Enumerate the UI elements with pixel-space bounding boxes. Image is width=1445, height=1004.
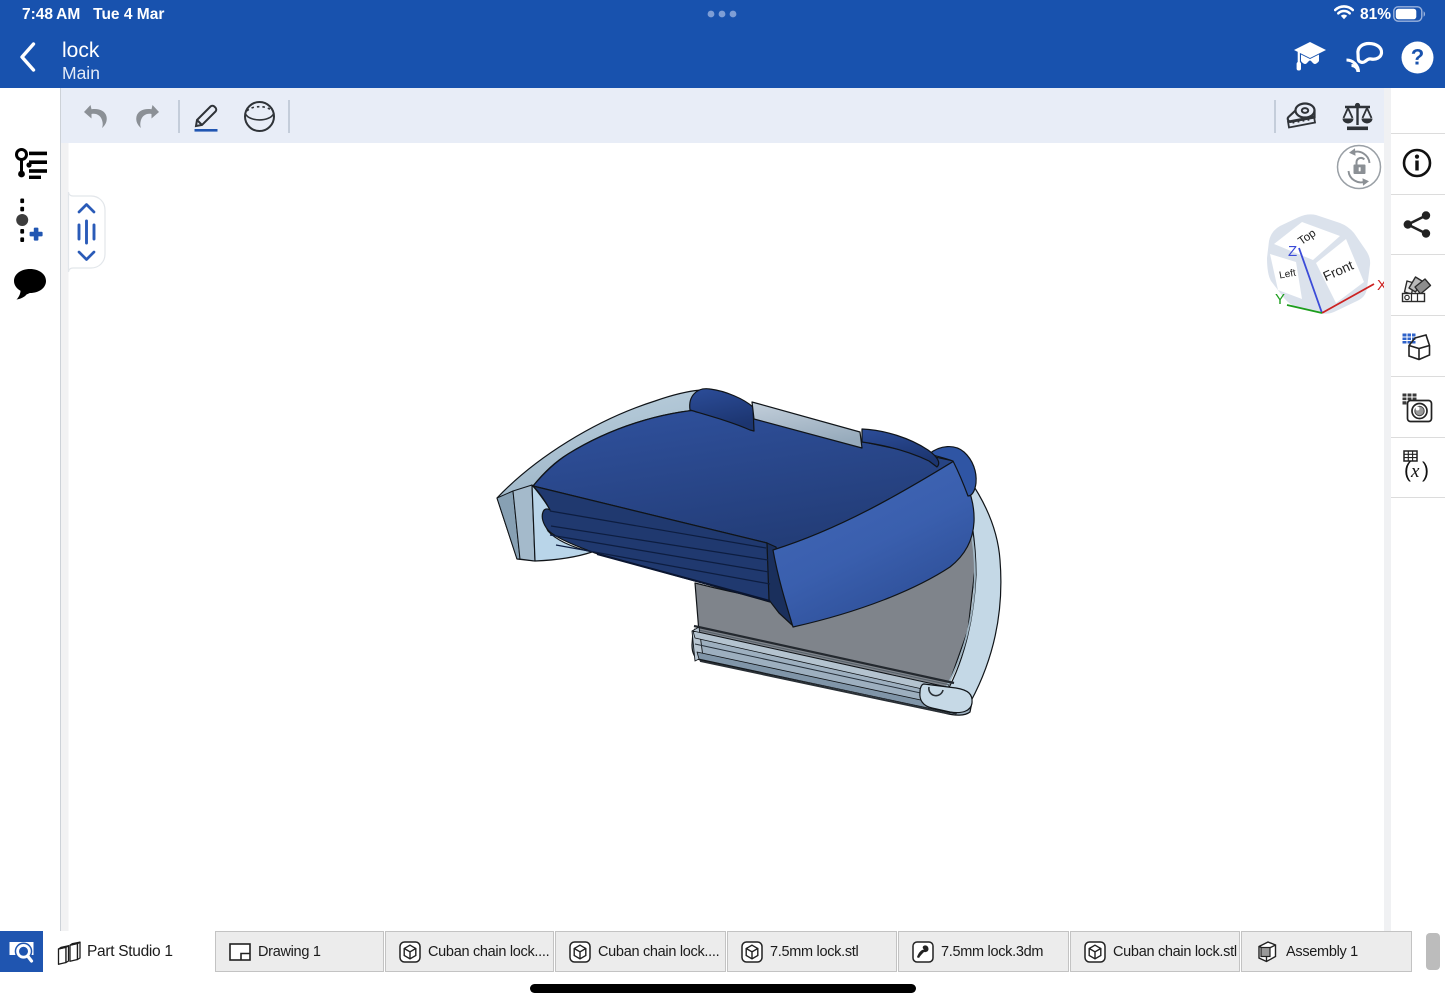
svg-text:Z: Z xyxy=(1288,243,1297,260)
svg-text:): ) xyxy=(1422,459,1429,482)
svg-text:?: ? xyxy=(1411,45,1424,70)
svg-text:Y: Y xyxy=(1275,291,1285,308)
svg-text:(: ( xyxy=(1404,459,1411,482)
svg-text:x: x xyxy=(1410,461,1420,482)
